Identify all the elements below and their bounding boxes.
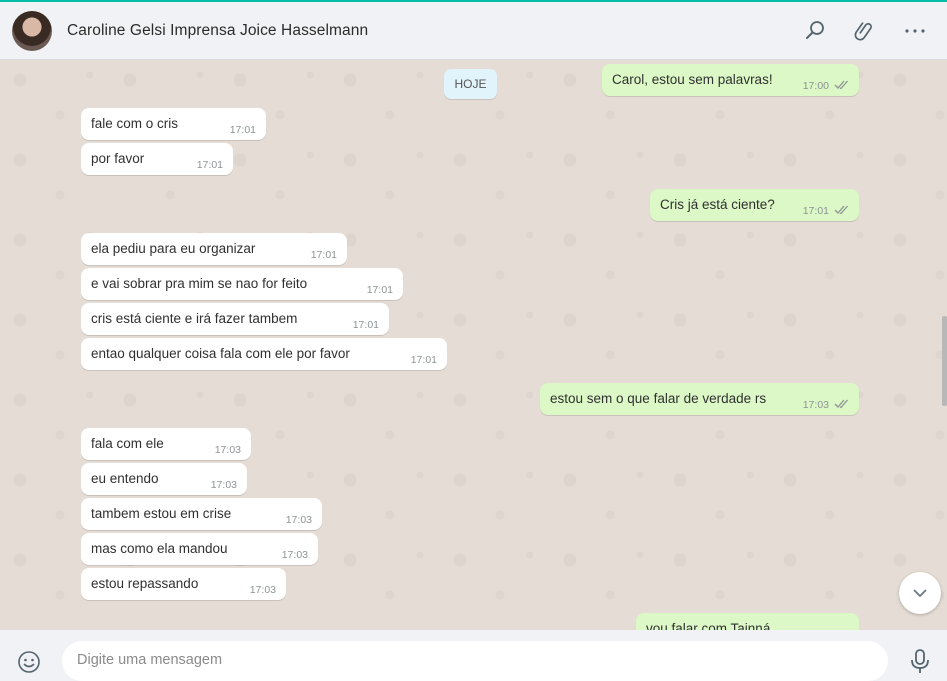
message-incoming[interactable]: e vai sobrar pra mim se nao for feito 17… bbox=[81, 268, 403, 300]
message-incoming[interactable]: entao qualquer coisa fala com ele por fa… bbox=[81, 338, 447, 370]
date-separator: HOJE bbox=[444, 69, 497, 99]
message-time: 17:01 bbox=[410, 354, 437, 366]
message-incoming[interactable]: fale com o cris 17:01 bbox=[81, 108, 266, 140]
read-ticks-icon bbox=[834, 80, 848, 90]
message-text: estou repassando bbox=[91, 576, 199, 591]
message-incoming[interactable]: fala com ele 17:03 bbox=[81, 428, 251, 460]
message-time: 17:01 bbox=[229, 124, 256, 136]
message-text: entao qualquer coisa fala com ele por fa… bbox=[91, 346, 350, 361]
message-outgoing[interactable]: Carol, estou sem palavras! 17:00 bbox=[602, 64, 859, 96]
menu-icon[interactable] bbox=[903, 19, 927, 43]
microphone-icon[interactable] bbox=[909, 648, 931, 674]
message-list[interactable]: HOJE Carol, estou sem palavras! 17:00 fa… bbox=[0, 60, 947, 630]
message-outgoing[interactable]: Cris já está ciente? 17:01 bbox=[650, 189, 859, 221]
message-outgoing[interactable]: estou sem o que falar de verdade rs 17:0… bbox=[540, 383, 859, 415]
message-incoming[interactable]: mas como ela mandou 17:03 bbox=[81, 533, 318, 565]
message-time: 17:00 bbox=[802, 80, 829, 92]
message-text: eu entendo bbox=[91, 471, 159, 486]
message-incoming[interactable]: eu entendo 17:03 bbox=[81, 463, 247, 495]
chevron-down-icon bbox=[913, 589, 927, 598]
emoji-icon[interactable] bbox=[17, 650, 41, 674]
message-time: 17:03 bbox=[281, 549, 308, 561]
message-text: cris está ciente e irá fazer tambem bbox=[91, 311, 298, 326]
message-incoming[interactable]: cris está ciente e irá fazer tambem 17:0… bbox=[81, 303, 389, 335]
message-text: Cris já está ciente? bbox=[660, 197, 775, 212]
message-time: 17:03 bbox=[210, 479, 237, 491]
message-time: 17:01 bbox=[802, 205, 829, 217]
read-ticks-icon bbox=[834, 205, 848, 215]
message-text: tambem estou em crise bbox=[91, 506, 232, 521]
message-text: e vai sobrar pra mim se nao for feito bbox=[91, 276, 308, 291]
message-text: por favor bbox=[91, 151, 145, 166]
message-incoming[interactable]: por favor 17:01 bbox=[81, 143, 233, 175]
chat-header: Caroline Gelsi Imprensa Joice Hasselmann bbox=[0, 2, 947, 60]
message-time: 17:03 bbox=[285, 514, 312, 526]
search-icon[interactable] bbox=[803, 19, 827, 43]
composer: Digite uma mensagem bbox=[0, 630, 947, 681]
message-time: 17:03 bbox=[249, 584, 276, 596]
message-time: 17:03 bbox=[214, 444, 241, 456]
message-text: fale com o cris bbox=[91, 116, 179, 131]
read-ticks-icon bbox=[834, 399, 848, 409]
avatar[interactable] bbox=[12, 11, 52, 51]
message-time: 17:01 bbox=[352, 319, 379, 331]
scrollbar[interactable] bbox=[942, 316, 947, 406]
message-input-placeholder: Digite uma mensagem bbox=[77, 652, 223, 668]
message-time: 17:01 bbox=[366, 284, 393, 296]
message-text: Carol, estou sem palavras! bbox=[612, 72, 773, 87]
message-time: 17:01 bbox=[310, 249, 337, 261]
message-input[interactable]: Digite uma mensagem bbox=[62, 641, 888, 681]
message-outgoing[interactable]: vou falar com Tainná bbox=[636, 613, 859, 630]
scroll-down-button[interactable] bbox=[899, 572, 941, 614]
message-time: 17:03 bbox=[802, 399, 829, 411]
attach-icon[interactable] bbox=[853, 19, 877, 43]
message-incoming[interactable]: estou repassando 17:03 bbox=[81, 568, 286, 600]
contact-name[interactable]: Caroline Gelsi Imprensa Joice Hasselmann bbox=[67, 22, 368, 40]
message-text: estou sem o que falar de verdade rs bbox=[550, 391, 767, 406]
message-incoming[interactable]: tambem estou em crise 17:03 bbox=[81, 498, 322, 530]
message-text: vou falar com Tainná bbox=[646, 621, 771, 630]
message-text: mas como ela mandou bbox=[91, 541, 228, 556]
message-text: fala com ele bbox=[91, 436, 164, 451]
message-text: ela pediu para eu organizar bbox=[91, 241, 256, 256]
message-time: 17:01 bbox=[196, 159, 223, 171]
message-incoming[interactable]: ela pediu para eu organizar 17:01 bbox=[81, 233, 347, 265]
